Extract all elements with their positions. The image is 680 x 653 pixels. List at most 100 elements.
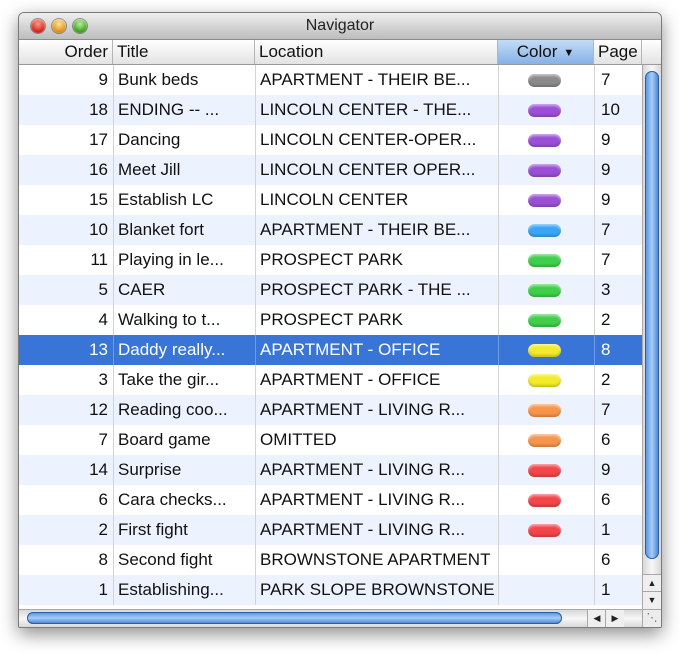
page-cell: 8 xyxy=(601,340,611,359)
color-cell xyxy=(498,395,594,425)
title-cell: CAER xyxy=(118,280,166,299)
order-cell: 4 xyxy=(98,310,108,329)
column-header-location[interactable]: Location xyxy=(255,40,498,64)
column-divider xyxy=(498,155,499,185)
column-divider xyxy=(498,125,499,155)
scroll-right-arrow-icon[interactable]: ▶ xyxy=(605,610,624,627)
column-divider xyxy=(498,65,499,95)
navigator-window: Navigator Order Title Location Color ▼ Pa… xyxy=(18,12,662,628)
color-cell xyxy=(498,335,594,365)
vertical-scroll-thumb[interactable] xyxy=(645,71,659,559)
page-cell: 1 xyxy=(601,520,611,539)
table-row[interactable]: 3 Take the gir... APARTMENT - OFFICE 2 xyxy=(19,365,642,395)
column-header-title[interactable]: Title xyxy=(113,40,255,64)
column-divider xyxy=(594,545,595,575)
horizontal-scrollbar[interactable]: ◀ ▶ xyxy=(19,609,642,627)
color-cell xyxy=(498,515,594,545)
color-label-pill xyxy=(528,224,561,237)
table-row[interactable]: 1 Establishing... PARK SLOPE BROWNSTONE 1 xyxy=(19,575,642,605)
order-cell: 2 xyxy=(98,520,108,539)
order-cell: 17 xyxy=(89,130,108,149)
column-header-color[interactable]: Color ▼ xyxy=(498,40,594,64)
table-row[interactable]: 2 First fight APARTMENT - LIVING R... 1 xyxy=(19,515,642,545)
title-cell: Establishing... xyxy=(118,580,224,599)
column-divider xyxy=(594,125,595,155)
table-row[interactable]: 9 Bunk beds APARTMENT - THEIR BE... 7 xyxy=(19,65,642,95)
table-row[interactable]: 5 CAER PROSPECT PARK - THE ... 3 xyxy=(19,275,642,305)
title-cell: Blanket fort xyxy=(118,220,204,239)
color-label-pill xyxy=(528,314,561,327)
scroll-left-arrow-icon[interactable]: ◀ xyxy=(587,610,606,627)
column-divider xyxy=(255,575,256,605)
column-divider xyxy=(255,125,256,155)
column-divider xyxy=(594,575,595,605)
color-label-pill xyxy=(528,374,561,387)
column-divider xyxy=(255,455,256,485)
column-header-order[interactable]: Order xyxy=(19,40,113,64)
title-cell: Reading coo... xyxy=(118,400,228,419)
location-cell: APARTMENT - OFFICE xyxy=(260,370,441,389)
page-cell: 6 xyxy=(601,490,611,509)
table-row[interactable]: 13 Daddy really... APARTMENT - OFFICE 8 xyxy=(19,335,642,365)
column-divider xyxy=(255,485,256,515)
page-cell: 7 xyxy=(601,250,611,269)
page-cell: 9 xyxy=(601,130,611,149)
table-row[interactable]: 10 Blanket fort APARTMENT - THEIR BE... 7 xyxy=(19,215,642,245)
table-row[interactable]: 17 Dancing LINCOLN CENTER-OPER... 9 xyxy=(19,125,642,155)
column-divider xyxy=(255,155,256,185)
order-cell: 10 xyxy=(89,220,108,239)
location-cell: APARTMENT - LIVING R... xyxy=(260,400,465,419)
page-cell: 9 xyxy=(601,190,611,209)
column-divider xyxy=(498,305,499,335)
order-cell: 3 xyxy=(98,370,108,389)
location-cell: APARTMENT - LIVING R... xyxy=(260,460,465,479)
title-cell: First fight xyxy=(118,520,188,539)
column-divider xyxy=(498,515,499,545)
color-cell xyxy=(498,455,594,485)
title-bar[interactable]: Navigator xyxy=(19,13,661,40)
column-divider xyxy=(255,425,256,455)
location-cell: PARK SLOPE BROWNSTONE xyxy=(260,580,495,599)
color-label-pill xyxy=(528,404,561,417)
table-row[interactable]: 16 Meet Jill LINCOLN CENTER OPER... 9 xyxy=(19,155,642,185)
scroll-down-arrow-icon[interactable]: ▼ xyxy=(643,591,661,609)
column-divider xyxy=(255,395,256,425)
table-row[interactable]: 11 Playing in le... PROSPECT PARK 7 xyxy=(19,245,642,275)
table-row[interactable]: 18 ENDING -- ... LINCOLN CENTER - THE... 10 xyxy=(19,95,642,125)
title-cell: Walking to t... xyxy=(118,310,221,329)
color-label-pill xyxy=(528,434,561,447)
column-divider xyxy=(594,275,595,305)
column-divider xyxy=(594,245,595,275)
order-cell: 7 xyxy=(98,430,108,449)
resize-grip-icon[interactable]: ⋱ xyxy=(642,609,661,627)
column-divider xyxy=(594,455,595,485)
column-divider xyxy=(594,185,595,215)
location-cell: PROSPECT PARK xyxy=(260,310,403,329)
table-row[interactable]: 8 Second fight BROWNSTONE APARTMENT 6 xyxy=(19,545,642,575)
table-row[interactable]: 15 Establish LC LINCOLN CENTER 9 xyxy=(19,185,642,215)
order-cell: 9 xyxy=(98,70,108,89)
table-row[interactable]: 12 Reading coo... APARTMENT - LIVING R... 7 xyxy=(19,395,642,425)
color-cell xyxy=(498,365,594,395)
column-divider xyxy=(255,245,256,275)
table-row[interactable]: 7 Board game OMITTED 6 xyxy=(19,425,642,455)
title-cell: Second fight xyxy=(118,550,213,569)
table-row[interactable]: 4 Walking to t... PROSPECT PARK 2 xyxy=(19,305,642,335)
column-divider xyxy=(255,515,256,545)
column-header-page[interactable]: Page xyxy=(594,40,642,64)
scroll-up-arrow-icon[interactable]: ▲ xyxy=(643,574,661,592)
order-cell: 14 xyxy=(89,460,108,479)
table-row[interactable]: 6 Cara checks... APARTMENT - LIVING R... 6 xyxy=(19,485,642,515)
column-divider xyxy=(594,155,595,185)
column-divider xyxy=(498,245,499,275)
column-divider xyxy=(113,485,114,515)
column-divider xyxy=(255,305,256,335)
horizontal-scroll-thumb[interactable] xyxy=(27,612,562,624)
table-row[interactable]: 14 Surprise APARTMENT - LIVING R... 9 xyxy=(19,455,642,485)
column-divider xyxy=(113,515,114,545)
title-cell: Surprise xyxy=(118,460,182,479)
location-cell: APARTMENT - THEIR BE... xyxy=(260,220,471,239)
location-cell: LINCOLN CENTER - THE... xyxy=(260,100,472,119)
column-divider xyxy=(594,365,595,395)
vertical-scrollbar[interactable]: ▲ ▼ xyxy=(642,65,661,609)
